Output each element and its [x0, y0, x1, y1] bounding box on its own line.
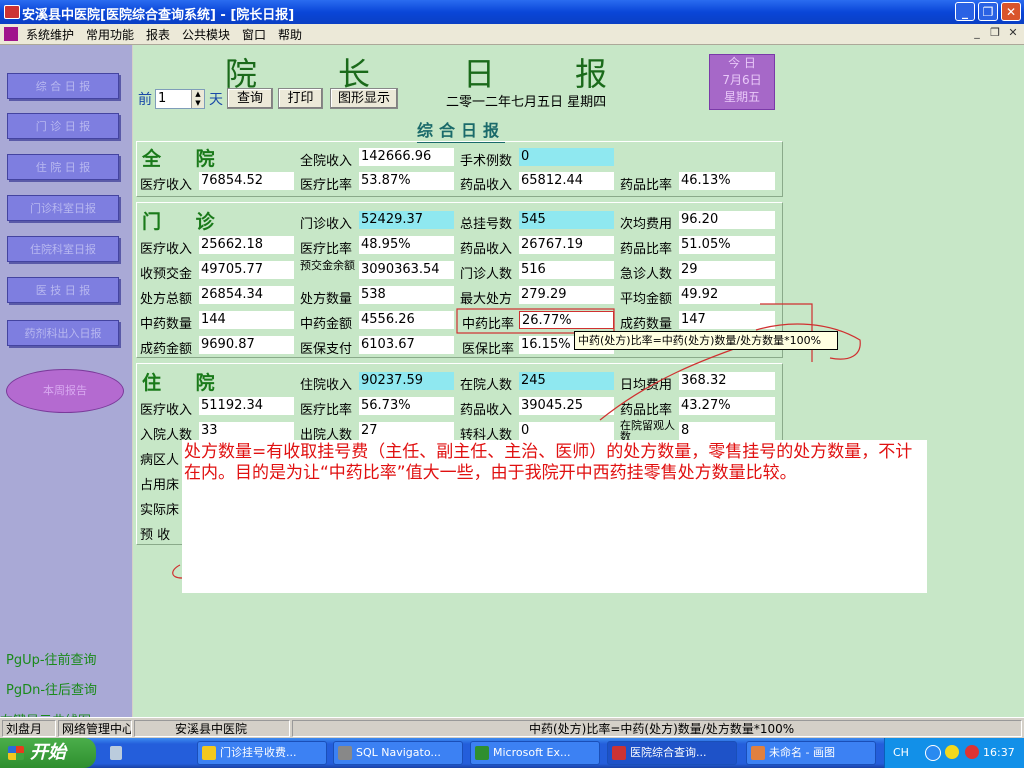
task-paint-label: 未命名 - 画图 [769, 746, 835, 759]
note-text: 处方数量=有收取挂号费（主任、副主任、主治、医师）的处方数量，零售挂号的处方数量… [184, 442, 913, 483]
status-message: 中药(处方)比率=中药(处方)数量/处方数量*100% [292, 720, 1022, 737]
bracket-stroke-icon [172, 564, 183, 579]
system-tray: CH 16:37 [884, 738, 1024, 768]
status-dept: 网络管理中心 [58, 720, 132, 737]
task-sql-label: SQL Navigato... [356, 746, 441, 759]
tray-alert-icon[interactable] [965, 745, 979, 759]
task-excel[interactable]: Microsoft Ex... [470, 741, 600, 765]
annotation-strokes [172, 303, 861, 579]
task-hospital-query[interactable]: 医院综合查询... [607, 741, 737, 765]
tray-app-icon[interactable] [945, 745, 959, 759]
status-bar: 刘盘月 网络管理中心 安溪县中医院 中药(处方)比率=中药(处方)数量/处方数量… [0, 717, 1024, 739]
excel-app-icon [475, 746, 489, 760]
status-hospital: 安溪县中医院 [134, 720, 290, 737]
sql-app-icon [338, 746, 352, 760]
taskbar: 开始 门诊挂号收费... SQL Navigato... Microsoft E… [0, 738, 1024, 768]
start-label: 开始 [30, 742, 66, 763]
task-registration[interactable]: 门诊挂号收费... [197, 741, 327, 765]
task-hospital-label: 医院综合查询... [630, 746, 707, 759]
arrow-stroke-icon [599, 339, 761, 421]
start-button[interactable]: 开始 [0, 738, 96, 768]
task-sql-navigator[interactable]: SQL Navigato... [333, 741, 463, 765]
registration-app-icon [202, 746, 216, 760]
task-excel-label: Microsoft Ex... [493, 746, 571, 759]
hospital-app-icon [612, 746, 626, 760]
quicklaunch-icon[interactable] [110, 746, 122, 760]
annotation-note: 处方数量=有收取挂号费（主任、副主任、主治、医师）的处方数量，零售挂号的处方数量… [182, 440, 927, 593]
windows-flag-icon [8, 746, 24, 760]
status-user: 刘盘月 [2, 720, 56, 737]
task-registration-label: 门诊挂号收费... [220, 746, 297, 759]
highlight-box-tcm-ratio [456, 308, 615, 334]
formula-tooltip: 中药(处方)比率=中药(处方)数量/处方数量*100% [574, 331, 838, 350]
clock: 16:37 [983, 746, 1015, 759]
task-paint[interactable]: 未命名 - 画图 [746, 741, 876, 765]
help-icon[interactable] [925, 745, 941, 761]
paint-app-icon [751, 746, 765, 760]
language-indicator[interactable]: CH [893, 746, 909, 759]
